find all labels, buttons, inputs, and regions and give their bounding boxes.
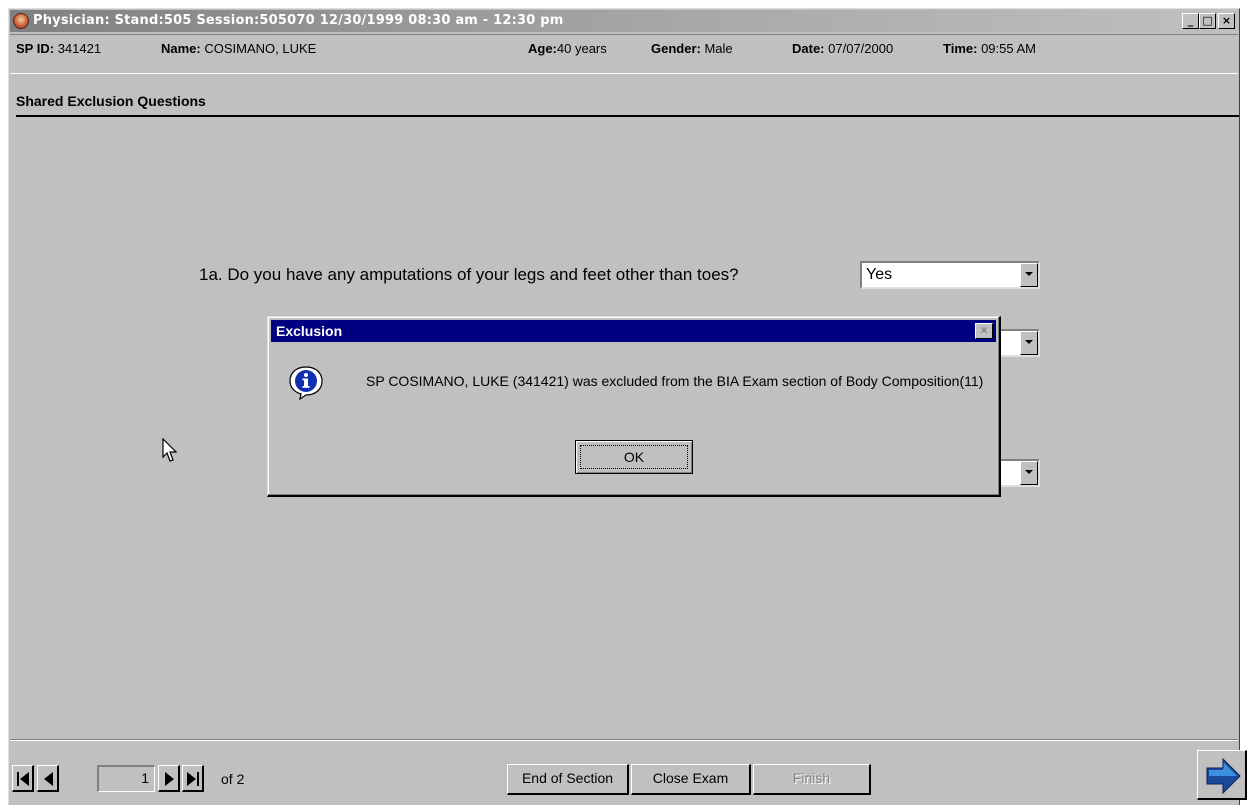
- page-count-text: of 2: [221, 771, 245, 787]
- date-label: Date:: [792, 41, 825, 56]
- question-1a-answer-select[interactable]: Yes: [860, 261, 1040, 289]
- section-title: Shared Exclusion Questions: [16, 93, 206, 109]
- name-value: COSIMANO, LUKE: [204, 41, 317, 56]
- question-1a-text: 1a. Do you have any amputations of your …: [199, 265, 739, 284]
- patient-name: Name: COSIMANO, LUKE: [161, 41, 316, 56]
- next-page-button[interactable]: [158, 765, 180, 792]
- chevron-down-icon[interactable]: [1020, 263, 1038, 287]
- first-page-button[interactable]: [12, 765, 34, 792]
- question-1a-answer-value: Yes: [866, 266, 893, 283]
- footer-divider: [10, 739, 1238, 741]
- sp-id-label: SP ID:: [16, 41, 55, 56]
- arrow-right-icon: [1206, 757, 1241, 795]
- ok-button[interactable]: OK: [575, 440, 693, 474]
- mouse-cursor-icon: [162, 438, 178, 462]
- chevron-down-icon[interactable]: [1020, 331, 1038, 355]
- gender-label: Gender:: [651, 41, 701, 56]
- maximize-button[interactable]: □: [1199, 13, 1216, 29]
- window-controls: _ □ ×: [1182, 13, 1235, 29]
- gender-value: Male: [704, 41, 733, 56]
- chevron-down-icon[interactable]: [1020, 461, 1038, 485]
- time-label: Time:: [943, 41, 978, 56]
- window-title: Physician: Stand:505 Session:505070 12/3…: [33, 13, 564, 28]
- name-label: Name:: [161, 41, 201, 56]
- title-bar[interactable]: Physician: Stand:505 Session:505070 12/3…: [10, 10, 1238, 32]
- dialog-title: Exclusion: [276, 323, 343, 339]
- first-page-icon: [17, 772, 29, 786]
- patient-age: Age:40 years: [528, 41, 607, 56]
- page-number-input[interactable]: 1: [97, 765, 155, 792]
- last-page-button[interactable]: [182, 765, 204, 792]
- time-value: 09:55 AM: [981, 41, 1036, 56]
- dialog-message: SP COSIMANO, LUKE (341421) was excluded …: [366, 373, 984, 389]
- exam-time: Time: 09:55 AM: [943, 41, 1036, 56]
- end-of-section-button[interactable]: End of Section: [507, 764, 629, 795]
- patient-info-bar: SP ID: 341421 Name: COSIMANO, LUKE Age:4…: [10, 34, 1238, 74]
- section-divider: [16, 115, 1239, 117]
- close-window-button[interactable]: ×: [1218, 13, 1235, 29]
- dialog-title-bar[interactable]: Exclusion ×: [271, 320, 996, 342]
- app-icon: [13, 13, 29, 29]
- finish-button[interactable]: Finish: [753, 764, 871, 795]
- next-section-button[interactable]: [1197, 750, 1247, 800]
- sp-id: SP ID: 341421: [16, 41, 101, 56]
- exclusion-dialog: Exclusion × SP COSIMANO, LUKE (341421) w…: [267, 316, 1001, 497]
- age-label: Age:: [528, 41, 557, 56]
- next-page-icon: [165, 772, 174, 786]
- sp-id-value: 341421: [57, 41, 102, 56]
- date-value: 07/07/2000: [828, 41, 894, 56]
- dialog-close-button[interactable]: ×: [975, 323, 993, 339]
- patient-gender: Gender: Male: [651, 41, 733, 56]
- ok-button-label: OK: [623, 449, 645, 465]
- previous-page-icon: [44, 772, 53, 786]
- info-icon: [289, 366, 323, 401]
- age-value: 40 years: [556, 41, 607, 56]
- minimize-button[interactable]: _: [1182, 13, 1199, 29]
- last-page-icon: [187, 772, 199, 786]
- previous-page-button[interactable]: [37, 765, 59, 792]
- exam-date: Date: 07/07/2000: [792, 41, 893, 56]
- close-exam-button[interactable]: Close Exam: [631, 764, 751, 795]
